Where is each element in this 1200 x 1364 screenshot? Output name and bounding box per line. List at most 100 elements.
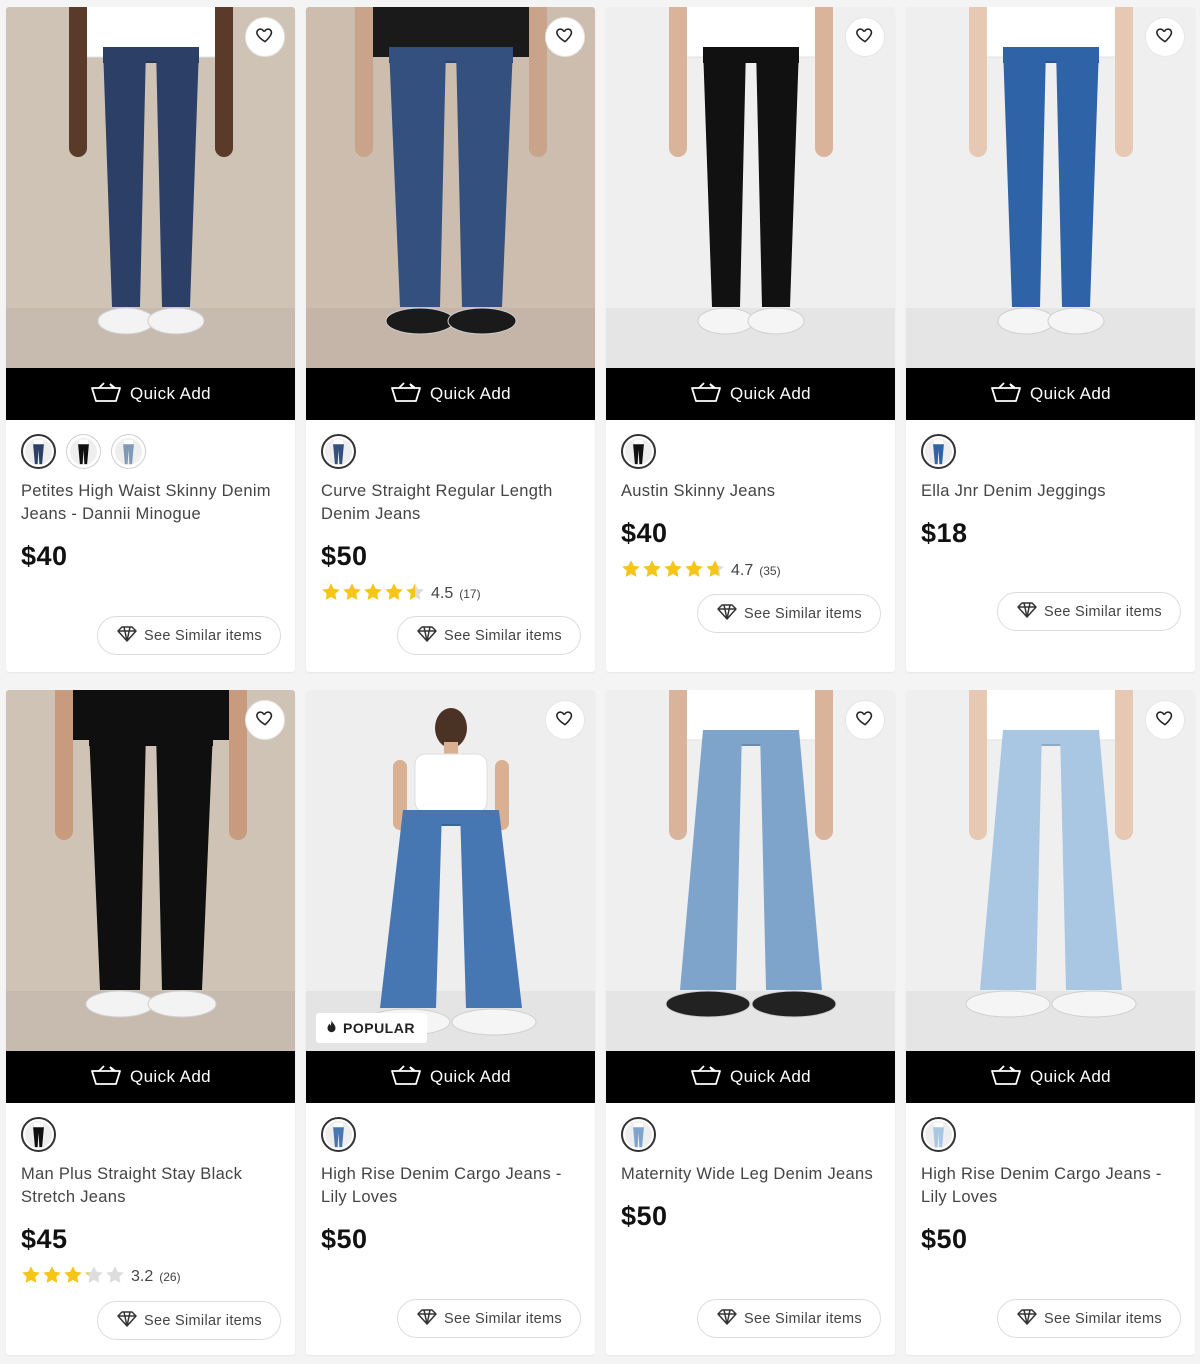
- color-swatches: [621, 434, 881, 470]
- diamond-icon: [416, 625, 438, 647]
- diamond-icon: [716, 1308, 738, 1330]
- color-swatch[interactable]: [21, 434, 56, 469]
- popular-badge: POPULAR: [316, 1013, 427, 1043]
- product-name[interactable]: High Rise Denim Cargo Jeans - Lily Loves: [921, 1163, 1181, 1209]
- popular-label: POPULAR: [343, 1020, 415, 1036]
- product-image[interactable]: [306, 7, 595, 368]
- product-rating: 3.2 (26): [21, 1265, 281, 1289]
- star-icon: [363, 582, 383, 607]
- product-name[interactable]: Maternity Wide Leg Denim Jeans: [621, 1163, 881, 1186]
- wishlist-button[interactable]: [845, 700, 885, 740]
- product-price: $50: [321, 1224, 368, 1254]
- color-swatch[interactable]: [321, 1117, 356, 1152]
- product-image[interactable]: [906, 7, 1195, 368]
- product-name[interactable]: Petites High Waist Skinny Denim Jeans - …: [21, 480, 281, 526]
- quick-add-label: Quick Add: [729, 1067, 812, 1086]
- quick-add-button[interactable]: Quick Add: [306, 368, 595, 420]
- product-rating: 4.5 (17): [321, 582, 581, 606]
- see-similar-button[interactable]: See Similar items: [97, 616, 281, 655]
- product-name[interactable]: Curve Straight Regular Length Denim Jean…: [321, 480, 581, 526]
- wishlist-button[interactable]: [1145, 700, 1185, 740]
- product-info: High Rise Denim Cargo Jeans - Lily Loves…: [306, 1103, 595, 1355]
- quick-add-button[interactable]: Quick Add: [606, 1051, 895, 1103]
- quick-add-button[interactable]: Quick Add: [606, 368, 895, 420]
- product-card[interactable]: Quick Add Austin Skinny Jeans $40 4.7 (35) Se…: [606, 7, 895, 672]
- product-info: Austin Skinny Jeans $40 4.7 (35) See Similar…: [606, 420, 895, 672]
- color-swatch[interactable]: [111, 434, 146, 469]
- product-image[interactable]: [606, 7, 895, 368]
- see-similar-button[interactable]: See Similar items: [697, 1299, 881, 1338]
- product-name[interactable]: Ella Jnr Denim Jeggings: [921, 480, 1181, 503]
- see-similar-button[interactable]: See Similar items: [397, 616, 581, 655]
- diamond-icon: [716, 603, 738, 625]
- product-price: $50: [321, 541, 368, 571]
- see-similar-label: See Similar items: [744, 1310, 862, 1327]
- see-similar-button[interactable]: See Similar items: [997, 1299, 1181, 1338]
- color-swatch[interactable]: [621, 1117, 656, 1152]
- product-info: Ella Jnr Denim Jeggings $18 See Similar it…: [906, 420, 1195, 672]
- wishlist-button[interactable]: [1145, 17, 1185, 57]
- color-swatches: [921, 1117, 1181, 1153]
- see-similar-button[interactable]: See Similar items: [697, 594, 881, 633]
- wishlist-button[interactable]: [545, 17, 585, 57]
- diamond-icon: [416, 1308, 438, 1330]
- see-similar-label: See Similar items: [444, 1310, 562, 1327]
- star-icon: [84, 1265, 104, 1290]
- product-name[interactable]: Austin Skinny Jeans: [621, 480, 881, 503]
- product-info: Man Plus Straight Stay Black Stretch Jea…: [6, 1103, 295, 1355]
- product-price: $50: [921, 1224, 968, 1254]
- quick-add-button[interactable]: Quick Add: [906, 1051, 1195, 1103]
- product-image[interactable]: POPULAR: [306, 690, 595, 1051]
- color-swatch[interactable]: [21, 1117, 56, 1152]
- product-card[interactable]: Quick Add Man Plus Straight Stay Black St…: [6, 690, 295, 1355]
- product-price: $45: [21, 1224, 68, 1254]
- wishlist-button[interactable]: [245, 17, 285, 57]
- star-icon: [621, 559, 641, 584]
- diamond-icon: [1016, 1308, 1038, 1330]
- product-name[interactable]: Man Plus Straight Stay Black Stretch Jea…: [21, 1163, 281, 1209]
- diamond-icon: [1016, 601, 1038, 623]
- product-card[interactable]: Quick Add Maternity Wide Leg Denim Jeans $…: [606, 690, 895, 1355]
- see-similar-label: See Similar items: [144, 1312, 262, 1329]
- see-similar-button[interactable]: See Similar items: [397, 1299, 581, 1338]
- product-name[interactable]: High Rise Denim Cargo Jeans - Lily Loves: [321, 1163, 581, 1209]
- product-grid: Quick Add Petites High Waist Skinny Denim…: [6, 7, 1195, 1355]
- color-swatch[interactable]: [66, 434, 101, 469]
- star-icon: [63, 1265, 83, 1290]
- color-swatch[interactable]: [921, 1117, 956, 1152]
- see-similar-button[interactable]: See Similar items: [997, 592, 1181, 631]
- quick-add-button[interactable]: Quick Add: [306, 1051, 595, 1103]
- wishlist-button[interactable]: [245, 700, 285, 740]
- wishlist-button[interactable]: [545, 700, 585, 740]
- rating-score: 4.7: [731, 562, 754, 579]
- wishlist-button[interactable]: [845, 17, 885, 57]
- quick-add-button[interactable]: Quick Add: [6, 368, 295, 420]
- product-card[interactable]: Quick Add Petites High Waist Skinny Denim…: [6, 7, 295, 672]
- heart-outline-icon: [555, 25, 575, 50]
- diamond-icon: [116, 625, 138, 647]
- product-card[interactable]: POPULAR Quick Add High Rise Denim Cargo Je…: [306, 690, 595, 1355]
- quick-add-button[interactable]: Quick Add: [906, 368, 1195, 420]
- see-similar-label: See Similar items: [1044, 603, 1162, 620]
- color-swatches: [621, 1117, 881, 1153]
- product-image[interactable]: [6, 7, 295, 368]
- basket-icon: [390, 1064, 422, 1091]
- star-icon: [21, 1265, 41, 1290]
- quick-add-label: Quick Add: [429, 384, 512, 403]
- color-swatch[interactable]: [921, 434, 956, 469]
- product-price: $40: [21, 541, 68, 571]
- product-card[interactable]: Quick Add High Rise Denim Cargo Jeans - L…: [906, 690, 1195, 1355]
- product-card[interactable]: Quick Add Ella Jnr Denim Jeggings $18 See S…: [906, 7, 1195, 672]
- product-image[interactable]: [606, 690, 895, 1051]
- basket-icon: [990, 1064, 1022, 1091]
- color-swatch[interactable]: [321, 434, 356, 469]
- quick-add-button[interactable]: Quick Add: [6, 1051, 295, 1103]
- product-image[interactable]: [6, 690, 295, 1051]
- product-card[interactable]: Quick Add Curve Straight Regular Length D…: [306, 7, 595, 672]
- review-count: (17): [459, 587, 481, 601]
- see-similar-button[interactable]: See Similar items: [97, 1301, 281, 1340]
- color-swatch[interactable]: [621, 434, 656, 469]
- product-image[interactable]: [906, 690, 1195, 1051]
- product-info: Curve Straight Regular Length Denim Jean…: [306, 420, 595, 672]
- color-swatches: [321, 434, 581, 470]
